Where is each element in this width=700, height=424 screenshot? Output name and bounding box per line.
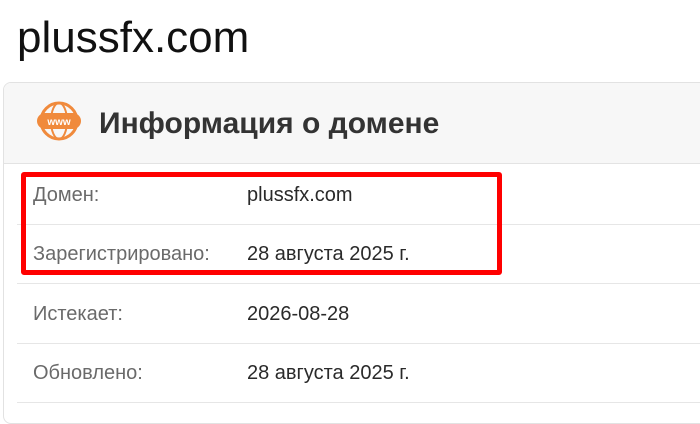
row-domain: Домен: plussfx.com (17, 166, 700, 225)
row-label: Истекает: (33, 303, 123, 325)
page-title: plussfx.com (17, 13, 250, 62)
row-value: 2026-08-28 (247, 303, 350, 325)
www-globe-icon: www (35, 100, 83, 142)
row-registered: Зарегистрировано: 28 августа 2025 г. (17, 225, 700, 284)
row-updated: Обновлено: 28 августа 2025 г. (17, 344, 700, 403)
card-title: Информация о домене (99, 107, 440, 140)
row-label: Зарегистрировано: (33, 243, 210, 265)
svg-text:www: www (46, 117, 71, 128)
row-label: Домен: (33, 184, 100, 206)
row-value: 28 августа 2025 г. (247, 362, 410, 384)
row-value: 28 августа 2025 г. (247, 243, 410, 265)
row-value: plussfx.com (247, 184, 353, 206)
row-expires: Истекает: 2026-08-28 (17, 285, 700, 344)
row-label: Обновлено: (33, 362, 143, 384)
card-header: www Информация о домене (4, 83, 700, 164)
